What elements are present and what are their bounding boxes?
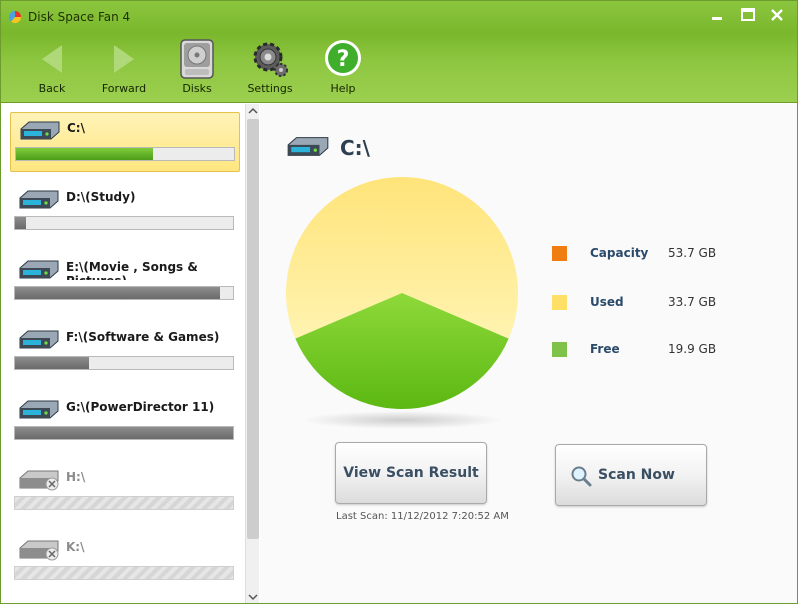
scroll-up-icon[interactable]: [246, 104, 260, 118]
gear-icon: [253, 42, 288, 77]
drive-label: G:\(PowerDirector 11): [66, 400, 215, 414]
drive-item-e[interactable]: E:\(Movie , Songs & Pictures): [10, 252, 240, 312]
disks-label: Disks: [182, 82, 212, 95]
drive-usage-fill: [15, 427, 233, 439]
hard-disk-icon: [180, 39, 214, 79]
drive-icon: [19, 330, 59, 349]
removable-drive-icon: [19, 540, 59, 561]
help-button[interactable]: ? Help: [310, 33, 376, 103]
legend-swatch-used: [552, 295, 567, 310]
title-bar[interactable]: Disk Space Fan 4: [1, 1, 797, 33]
disks-button[interactable]: Disks: [164, 33, 230, 103]
help-icon: ?: [325, 40, 361, 76]
drive-usage-fill: [15, 217, 26, 229]
drive-usage-bar: [14, 496, 234, 510]
settings-label: Settings: [247, 82, 293, 95]
view-scan-result-label: View Scan Result: [343, 465, 479, 481]
legend-value: 53.7 GB: [668, 246, 717, 260]
legend-label: Free: [590, 342, 620, 356]
scan-now-button[interactable]: Scan Now: [555, 444, 707, 506]
legend-label: Capacity: [590, 246, 649, 260]
drive-icon: [19, 190, 59, 209]
toolbar: Back Forward Disks Settings ? Help: [1, 33, 797, 103]
drive-usage-bar: [14, 426, 234, 440]
drive-item-d[interactable]: D:\(Study): [10, 182, 240, 242]
app-logo-icon: [8, 10, 22, 24]
close-icon[interactable]: [767, 7, 787, 23]
legend-used: Used 33.7 GB: [552, 294, 752, 312]
drive-item-c[interactable]: C:\: [10, 112, 240, 172]
usage-pie-chart: [282, 176, 522, 436]
drive-usage-fill: [15, 287, 220, 299]
legend-capacity: Capacity 53.7 GB: [552, 245, 752, 263]
legend-swatch-free: [552, 342, 567, 357]
legend-free: Free 19.9 GB: [552, 341, 752, 359]
drive-usage-bar: [14, 216, 234, 230]
drive-label: K:\: [66, 540, 85, 554]
scroll-down-icon[interactable]: [246, 590, 260, 604]
drive-usage-fill: [16, 148, 154, 160]
drive-item-h[interactable]: H:\: [10, 462, 240, 522]
drive-label: D:\(Study): [66, 190, 136, 204]
drive-item-g[interactable]: G:\(PowerDirector 11): [10, 392, 240, 452]
drive-usage-bar: [14, 286, 234, 300]
drive-label: C:\: [67, 121, 85, 135]
drive-label: H:\: [66, 470, 86, 484]
legend-value: 33.7 GB: [668, 295, 717, 309]
back-button[interactable]: Back: [19, 33, 85, 103]
help-label: Help: [330, 82, 356, 95]
minimize-icon[interactable]: [707, 7, 727, 23]
search-icon: [571, 466, 592, 487]
drive-usage-bar: [14, 356, 234, 370]
scroll-thumb[interactable]: [247, 119, 259, 539]
drive-usage-bar: [14, 566, 234, 580]
drive-icon: [20, 121, 60, 140]
svg-text:?: ?: [337, 47, 350, 72]
drive-icon: [19, 260, 59, 279]
back-arrow-icon: [42, 45, 62, 73]
pie-shadow: [302, 411, 502, 429]
last-scan-timestamp: Last Scan: 11/12/2012 7:20:52 AM: [336, 511, 509, 522]
app-window: Disk Space Fan 4 Back Forward Disks Sett…: [0, 0, 798, 604]
drive-title: C:\: [340, 136, 370, 160]
forward-label: Forward: [101, 82, 147, 95]
pie-svg: [286, 177, 518, 429]
legend-label: Used: [590, 295, 624, 309]
drive-icon: [19, 400, 59, 419]
settings-button[interactable]: Settings: [237, 33, 303, 103]
drive-details-panel: C:\ Capacity 53.7 GB Used 33.7 GB Free 1…: [260, 104, 797, 603]
view-scan-result-button[interactable]: View Scan Result: [335, 442, 487, 504]
back-label: Back: [38, 82, 66, 95]
forward-button[interactable]: Forward: [91, 33, 157, 103]
drive-usage-bar: [15, 147, 235, 161]
window-title: Disk Space Fan 4: [28, 10, 131, 24]
drive-list: C:\ D:\(Study) E:\(Movie , Songs & F:\(S…: [2, 104, 259, 603]
forward-arrow-icon: [114, 45, 134, 73]
legend-value: 19.9 GB: [668, 342, 717, 356]
drive-list-scrollbar[interactable]: [245, 104, 260, 604]
removable-drive-icon: [19, 470, 59, 491]
maximize-icon[interactable]: [738, 7, 758, 23]
drive-item-k[interactable]: K:\: [10, 532, 240, 592]
drive-usage-fill: [15, 357, 90, 369]
drive-icon: [287, 137, 329, 156]
drive-label: E:\(Movie , Songs & Pictures): [66, 260, 198, 280]
scan-now-label: Scan Now: [598, 467, 675, 483]
legend-swatch-capacity: [552, 246, 567, 261]
drive-item-f[interactable]: F:\(Software & Games): [10, 322, 240, 382]
drive-label: F:\(Software & Games): [66, 330, 220, 344]
